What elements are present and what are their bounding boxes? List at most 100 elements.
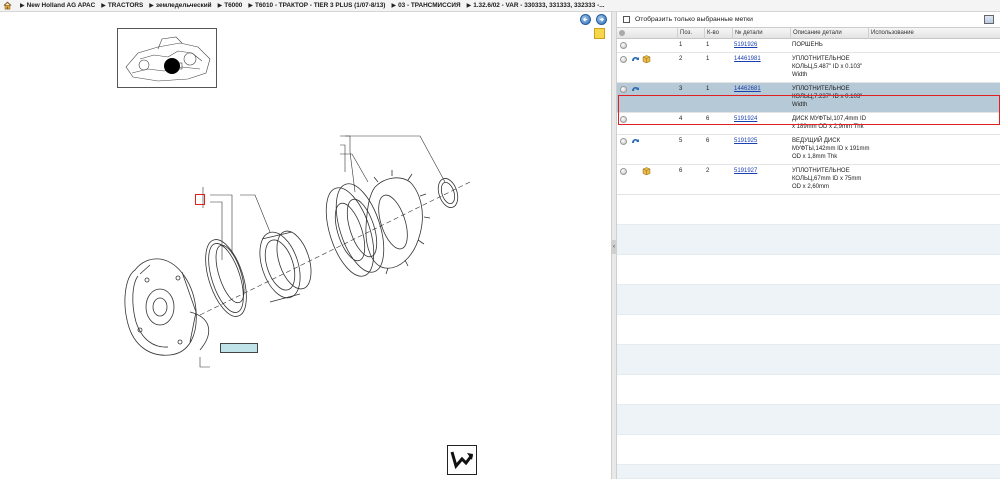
diagram-thumbnail[interactable] [117,28,217,88]
status-icon[interactable] [620,42,627,49]
table-row[interactable]: 2 1 14461981 УПЛОТНИТЕЛЬНОЕ КОЛЬЦ,5.487" ID … [617,53,1000,83]
header-status [617,28,629,39]
description-line: Width [792,102,808,108]
quantity-cell: 1 [706,42,710,48]
return-icon [450,451,474,470]
note-icon[interactable] [594,28,605,39]
table-row[interactable]: 1 1 5191926 ПОРШЕНЬ [617,39,1000,53]
exploded-parts-diagram [124,135,471,368]
quantity-cell: 6 [706,138,710,144]
table-row[interactable]: 3 1 14462681 УПЛОТНИТЕЛЬНОЕ КОЛЬЦ,7.237" ID … [617,83,1000,113]
empty-row [617,195,1000,225]
show-selected-only-checkbox[interactable] [623,16,630,23]
service-info-icon[interactable] [631,137,640,145]
arrow-right-icon [599,17,605,22]
breadcrumb-item[interactable]: T6000 [224,2,242,9]
package-icon[interactable] [642,55,651,63]
empty-row [617,465,1000,479]
position-cell: 4 [679,116,683,122]
breadcrumb-arrow-icon: ▶ [466,3,472,9]
empty-row [617,345,1000,375]
description-cell: ПОРШЕНЬ [792,41,872,49]
description-cell: УПЛОТНИТЕЛЬНОЕ КОЛЬЦ,67mm ID x 75mm OD x 2… [792,167,872,191]
header-usage[interactable]: Использование [868,28,1000,39]
table-row[interactable]: 6 2 5191927 УПЛОТНИТЕЛЬНОЕ КОЛЬЦ,67mm ID x 7… [617,165,1000,195]
diagram-pane [0,12,611,479]
status-icon[interactable] [620,86,627,93]
breadcrumb-item[interactable]: земледельческий [156,2,212,9]
home-icon[interactable] [3,1,12,10]
parts-list-pane: Отобразить только выбранные метки Поз. К… [617,12,1000,479]
description-line: ПОРШЕНЬ [792,42,823,48]
breadcrumb-arrow-icon: ▶ [101,3,106,9]
service-info-icon[interactable] [631,85,640,93]
description-line: КОЛЬЦ,67mm ID x 75mm [792,176,862,182]
status-icon[interactable] [620,168,627,175]
breadcrumb-item[interactable]: New Holland AG APAC [27,2,96,9]
position-cell: 2 [679,56,683,62]
empty-row [617,315,1000,345]
description-line: OD x 1,8mm Thk [792,154,838,160]
breadcrumb-item[interactable]: 03 - ТРАНСМИССИЯ [398,2,461,9]
header-description[interactable]: Описание детали [790,28,868,39]
arrow-left-icon [582,17,588,22]
breadcrumb-arrow-icon: ▶ [149,3,154,9]
description-line: УПЛОТНИТЕЛЬНОЕ [792,168,850,174]
description-line: ДИСК МУФТЫ,107,4mm ID [792,116,867,122]
previous-page-button[interactable] [580,14,591,25]
status-icon[interactable] [620,138,627,145]
breadcrumb-item[interactable]: T6010 - ТРАКТОР - TIER 3 PLUS (1/07-8/13… [255,2,385,9]
collapse-handle[interactable]: ‹ [612,240,616,254]
status-icon [619,30,625,36]
header-part-number[interactable]: № детали [732,28,790,39]
quantity-cell: 6 [706,116,710,122]
description-line: КОЛЬЦ,5.487" ID x 0.103" [792,64,863,70]
empty-row [617,405,1000,435]
status-icon[interactable] [620,56,627,63]
breadcrumb-item-current: 1.32.6/02 - VAR - 330333, 331333, 332333… [473,2,605,9]
return-button[interactable] [447,445,477,475]
filter-bar: Отобразить только выбранные метки [617,12,1000,28]
description-line: OD x 2,60mm [792,184,830,190]
description-line: x 189mm OD x 2,9mm Thk [792,124,864,130]
tractor-overview-icon [125,36,211,82]
empty-row [617,375,1000,405]
description-cell: УПЛОТНИТЕЛЬНОЕ КОЛЬЦ,7.237" ID x 0.103" Wi… [792,85,872,109]
position-cell: 1 [679,42,683,48]
hotspot-item[interactable] [195,194,205,205]
breadcrumb-arrow-icon: ▶ [391,3,397,9]
description-line: УПЛОТНИТЕЛЬНОЕ [792,56,850,62]
part-number-link[interactable]: 5191924 [734,115,757,123]
status-icon[interactable] [620,116,627,123]
next-page-button[interactable] [596,14,607,25]
breadcrumb-arrow-icon: ▶ [217,3,223,9]
reference-callout [220,343,258,353]
breadcrumb-arrow-icon: ▶ [20,3,25,9]
description-cell: ДИСК МУФТЫ,107,4mm ID x 189mm OD x 2,9mm … [792,115,872,131]
position-cell: 3 [679,86,683,92]
package-icon[interactable] [642,167,651,175]
service-info-icon[interactable] [631,55,640,63]
empty-row [617,435,1000,465]
table-row[interactable]: 5 6 5191925 ВЕДУЩИЙ ДИСК МУФТЫ,142mm ID x 19… [617,135,1000,165]
part-number-link[interactable]: 14462681 [734,85,761,93]
filter-label: Отобразить только выбранные метки [635,16,753,23]
description-line: МУФТЫ,142mm ID x 191mm [792,146,870,152]
part-number-link[interactable]: 5191926 [734,41,757,49]
part-number-link[interactable]: 14461981 [734,55,761,63]
breadcrumb-arrow-icon: ▶ [248,3,253,9]
part-number-link[interactable]: 5191925 [734,137,757,145]
breadcrumb-item[interactable]: TRACTORS [108,2,143,9]
window-icon[interactable] [984,15,994,24]
table-row[interactable]: 4 6 5191924 ДИСК МУФТЫ,107,4mm ID x 189mm OD… [617,113,1000,135]
header-pos[interactable]: Поз. [677,28,704,39]
header-qty[interactable]: К-во [704,28,732,39]
app-window: ▶ New Holland AG APAC ▶ TRACTORS ▶ земле… [0,0,1000,479]
part-number-link[interactable]: 5191927 [734,167,757,175]
empty-row [617,255,1000,285]
description-line: Width [792,72,808,78]
quantity-cell: 1 [706,56,710,62]
breadcrumb: ▶ New Holland AG APAC ▶ TRACTORS ▶ земле… [0,0,1000,12]
description-cell: ВЕДУЩИЙ ДИСК МУФТЫ,142mm ID x 191mm OD x 1… [792,137,872,161]
quantity-cell: 2 [706,168,710,174]
